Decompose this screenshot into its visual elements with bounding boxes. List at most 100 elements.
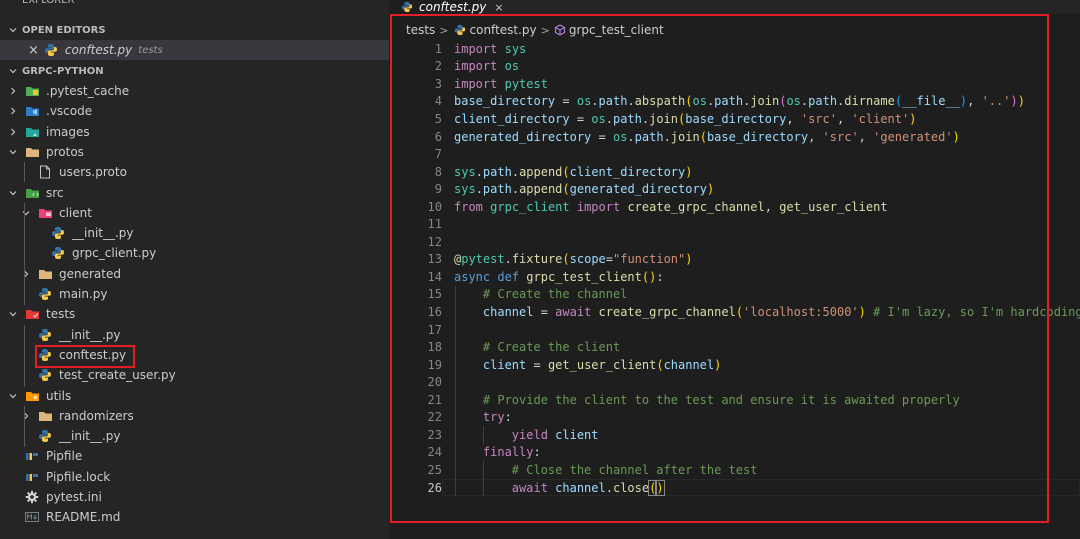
python-icon — [50, 226, 66, 240]
indent-guide — [24, 406, 25, 447]
tree-item-label: users.proto — [59, 165, 127, 180]
annotation-highlight-box — [35, 345, 135, 368]
pytest-folder-icon — [24, 84, 40, 98]
folder-icon — [24, 145, 40, 159]
tab-conftest[interactable]: conftest.py × — [389, 0, 504, 14]
tree-item-label: utils — [46, 388, 72, 403]
tree-item-label: tests — [46, 307, 76, 322]
markdown-icon — [24, 510, 40, 524]
tree-file[interactable]: test_create_user.py — [0, 365, 389, 385]
tree-folder[interactable]: client — [0, 203, 389, 223]
open-editor-item[interactable]: × conftest.py tests — [0, 40, 389, 60]
tree-folder[interactable]: generated — [0, 264, 389, 284]
tree-item-label: Pipfile.lock — [46, 469, 111, 484]
tree-folder[interactable]: utils — [0, 386, 389, 406]
tree-item-label: src — [46, 185, 64, 200]
pipfile-icon — [24, 470, 40, 484]
chevron-right-icon — [21, 411, 31, 421]
tree-item-label: test_create_user.py — [59, 368, 176, 383]
tree-file[interactable]: users.proto — [0, 162, 389, 182]
project-section[interactable]: GRPC-PYTHON — [0, 61, 389, 81]
tree-item-label: protos — [46, 144, 84, 159]
tree-file[interactable]: pytest.ini — [0, 487, 389, 507]
tab-label: conftest.py — [419, 0, 487, 14]
annotation-highlight-box — [390, 14, 1049, 523]
tree-item-label: generated — [59, 266, 121, 281]
utils-folder-icon — [24, 389, 40, 403]
tree-file[interactable]: README.md — [0, 507, 389, 527]
chevron-down-icon — [8, 25, 18, 35]
python-icon — [43, 43, 59, 57]
tree-file[interactable]: __init__.py — [0, 223, 389, 243]
tree-folder[interactable]: .vscode — [0, 101, 389, 121]
tree-file[interactable]: grpc_client.py — [0, 243, 389, 263]
python-icon — [50, 246, 66, 260]
tree-item-label: client — [59, 205, 92, 220]
open-editors-label: OPEN EDITORS — [22, 24, 106, 36]
tree-item-label: randomizers — [59, 408, 134, 423]
project-label: GRPC-PYTHON — [22, 65, 104, 77]
tree-item-label: __init__.py — [72, 226, 134, 241]
tree-folder[interactable]: protos — [0, 142, 389, 162]
editor-area: conftest.py × tests > conftest.py > grpc… — [389, 0, 1080, 539]
explorer-sidebar: EXPLORER ··· OPEN EDITORS × conftest.py … — [0, 0, 389, 539]
open-editor-folder: tests — [138, 44, 163, 56]
tree-file[interactable]: main.py — [0, 284, 389, 304]
chevron-down-icon — [8, 188, 18, 198]
chevron-right-icon — [8, 106, 18, 116]
tree-item-label: images — [46, 124, 90, 139]
tree-file[interactable]: Pipfile.lock — [0, 467, 389, 487]
python-icon — [37, 287, 53, 301]
pipfile-icon — [24, 449, 40, 463]
chevron-right-icon — [8, 127, 18, 137]
tree-item-label: __init__.py — [59, 327, 121, 342]
tests-folder-icon — [24, 307, 40, 321]
chevron-down-icon — [8, 147, 18, 157]
tree-file[interactable]: __init__.py — [0, 426, 389, 446]
tree-folder[interactable]: images — [0, 122, 389, 142]
close-icon[interactable]: × — [28, 43, 39, 58]
tree-folder[interactable]: tests — [0, 304, 389, 324]
tree-item-label: pytest.ini — [46, 490, 102, 504]
tree-file[interactable]: Pipfile — [0, 446, 389, 466]
file-icon — [37, 165, 53, 179]
tree-item-label: grpc_client.py — [72, 246, 157, 261]
tree-item-label: main.py — [59, 287, 108, 301]
tree-folder[interactable]: .pytest_cache — [0, 81, 389, 101]
indent-guide — [24, 203, 25, 305]
python-icon — [37, 328, 53, 342]
tree-item-label: README.md — [46, 510, 121, 525]
chevron-down-icon — [8, 66, 18, 76]
tree-folder[interactable]: src — [0, 183, 389, 203]
folder-icon — [37, 267, 53, 281]
src-folder-icon — [24, 186, 40, 200]
tree-item-label: __init__.py — [59, 429, 121, 444]
chevron-down-icon — [21, 208, 31, 218]
client-folder-icon — [37, 206, 53, 220]
indent-guide — [24, 325, 25, 387]
tree-file[interactable]: __init__.py — [0, 325, 389, 345]
images-folder-icon — [24, 125, 40, 139]
more-actions-icon[interactable]: ··· — [362, 0, 377, 8]
explorer-title: EXPLORER — [22, 0, 75, 6]
chevron-right-icon — [8, 86, 18, 96]
tree-item-label: Pipfile — [46, 449, 83, 464]
close-icon[interactable]: × — [494, 1, 503, 14]
python-icon — [37, 368, 53, 382]
chevron-down-icon — [8, 391, 18, 401]
tree-folder[interactable]: randomizers — [0, 406, 389, 426]
indent-guide — [24, 162, 25, 182]
tree-item-label: .vscode — [46, 104, 93, 119]
open-editors-section[interactable]: OPEN EDITORS — [0, 20, 389, 40]
python-icon — [399, 0, 415, 14]
chevron-right-icon — [21, 269, 31, 279]
vscode-folder-icon — [24, 104, 40, 118]
